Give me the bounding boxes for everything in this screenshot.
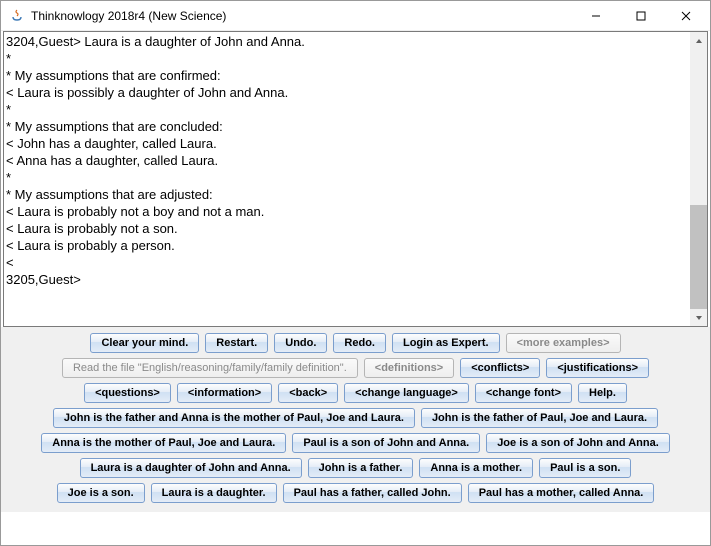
sentence-button[interactable]: John is the father of Paul, Joe and Laur… [421, 408, 658, 428]
login-expert-button[interactable]: Login as Expert. [392, 333, 500, 353]
sentence-button[interactable]: Paul has a mother, called Anna. [468, 483, 655, 503]
titlebar: Thinknowlogy 2018r4 (New Science) [1, 1, 710, 31]
java-icon [9, 8, 25, 24]
redo-button[interactable]: Redo. [333, 333, 386, 353]
sentence-button[interactable]: Anna is a mother. [419, 458, 533, 478]
change-language-button[interactable]: <change language> [344, 383, 469, 403]
conflicts-button[interactable]: <conflicts> [460, 358, 540, 378]
button-row-7: Joe is a son. Laura is a daughter. Paul … [9, 483, 702, 503]
help-button[interactable]: Help. [578, 383, 627, 403]
sentence-button[interactable]: Joe is a son. [57, 483, 145, 503]
more-examples-button: <more examples> [506, 333, 621, 353]
back-button[interactable]: <back> [278, 383, 338, 403]
sentence-button[interactable]: Laura is a daughter. [151, 483, 277, 503]
scroll-track[interactable] [690, 49, 707, 309]
sentence-button[interactable]: Laura is a daughter of John and Anna. [80, 458, 302, 478]
scroll-thumb[interactable] [690, 205, 707, 309]
button-row-3: <questions> <information> <back> <change… [9, 383, 702, 403]
sentence-button[interactable]: Joe is a son of John and Anna. [486, 433, 670, 453]
questions-button[interactable]: <questions> [84, 383, 171, 403]
justifications-button[interactable]: <justifications> [546, 358, 649, 378]
button-row-6: Laura is a daughter of John and Anna. Jo… [9, 458, 702, 478]
sentence-button[interactable]: John is a father. [308, 458, 414, 478]
button-row-1: Clear your mind. Restart. Undo. Redo. Lo… [9, 333, 702, 353]
sentence-button[interactable]: Paul is a son. [539, 458, 631, 478]
maximize-button[interactable] [618, 2, 663, 30]
change-font-button[interactable]: <change font> [475, 383, 572, 403]
sentence-button[interactable]: Anna is the mother of Paul, Joe and Laur… [41, 433, 286, 453]
button-panel: Clear your mind. Restart. Undo. Redo. Lo… [1, 327, 710, 512]
button-row-4: John is the father and Anna is the mothe… [9, 408, 702, 428]
undo-button[interactable]: Undo. [274, 333, 327, 353]
console-area: 3204,Guest> Laura is a daughter of John … [3, 31, 708, 327]
vertical-scrollbar[interactable] [690, 32, 707, 326]
button-row-2: Read the file "English/reasoning/family/… [9, 358, 702, 378]
window-title: Thinknowlogy 2018r4 (New Science) [31, 9, 573, 23]
console-text[interactable]: 3204,Guest> Laura is a daughter of John … [4, 32, 707, 326]
button-row-5: Anna is the mother of Paul, Joe and Laur… [9, 433, 702, 453]
restart-button[interactable]: Restart. [205, 333, 268, 353]
information-button[interactable]: <information> [177, 383, 272, 403]
scroll-down-icon[interactable] [690, 309, 707, 326]
close-button[interactable] [663, 2, 708, 30]
sentence-button[interactable]: Paul has a father, called John. [283, 483, 462, 503]
scroll-up-icon[interactable] [690, 32, 707, 49]
minimize-button[interactable] [573, 2, 618, 30]
sentence-button[interactable]: John is the father and Anna is the mothe… [53, 408, 415, 428]
clear-mind-button[interactable]: Clear your mind. [90, 333, 199, 353]
sentence-button[interactable]: Paul is a son of John and Anna. [292, 433, 480, 453]
read-file-button: Read the file "English/reasoning/family/… [62, 358, 358, 378]
definitions-button: <definitions> [364, 358, 454, 378]
